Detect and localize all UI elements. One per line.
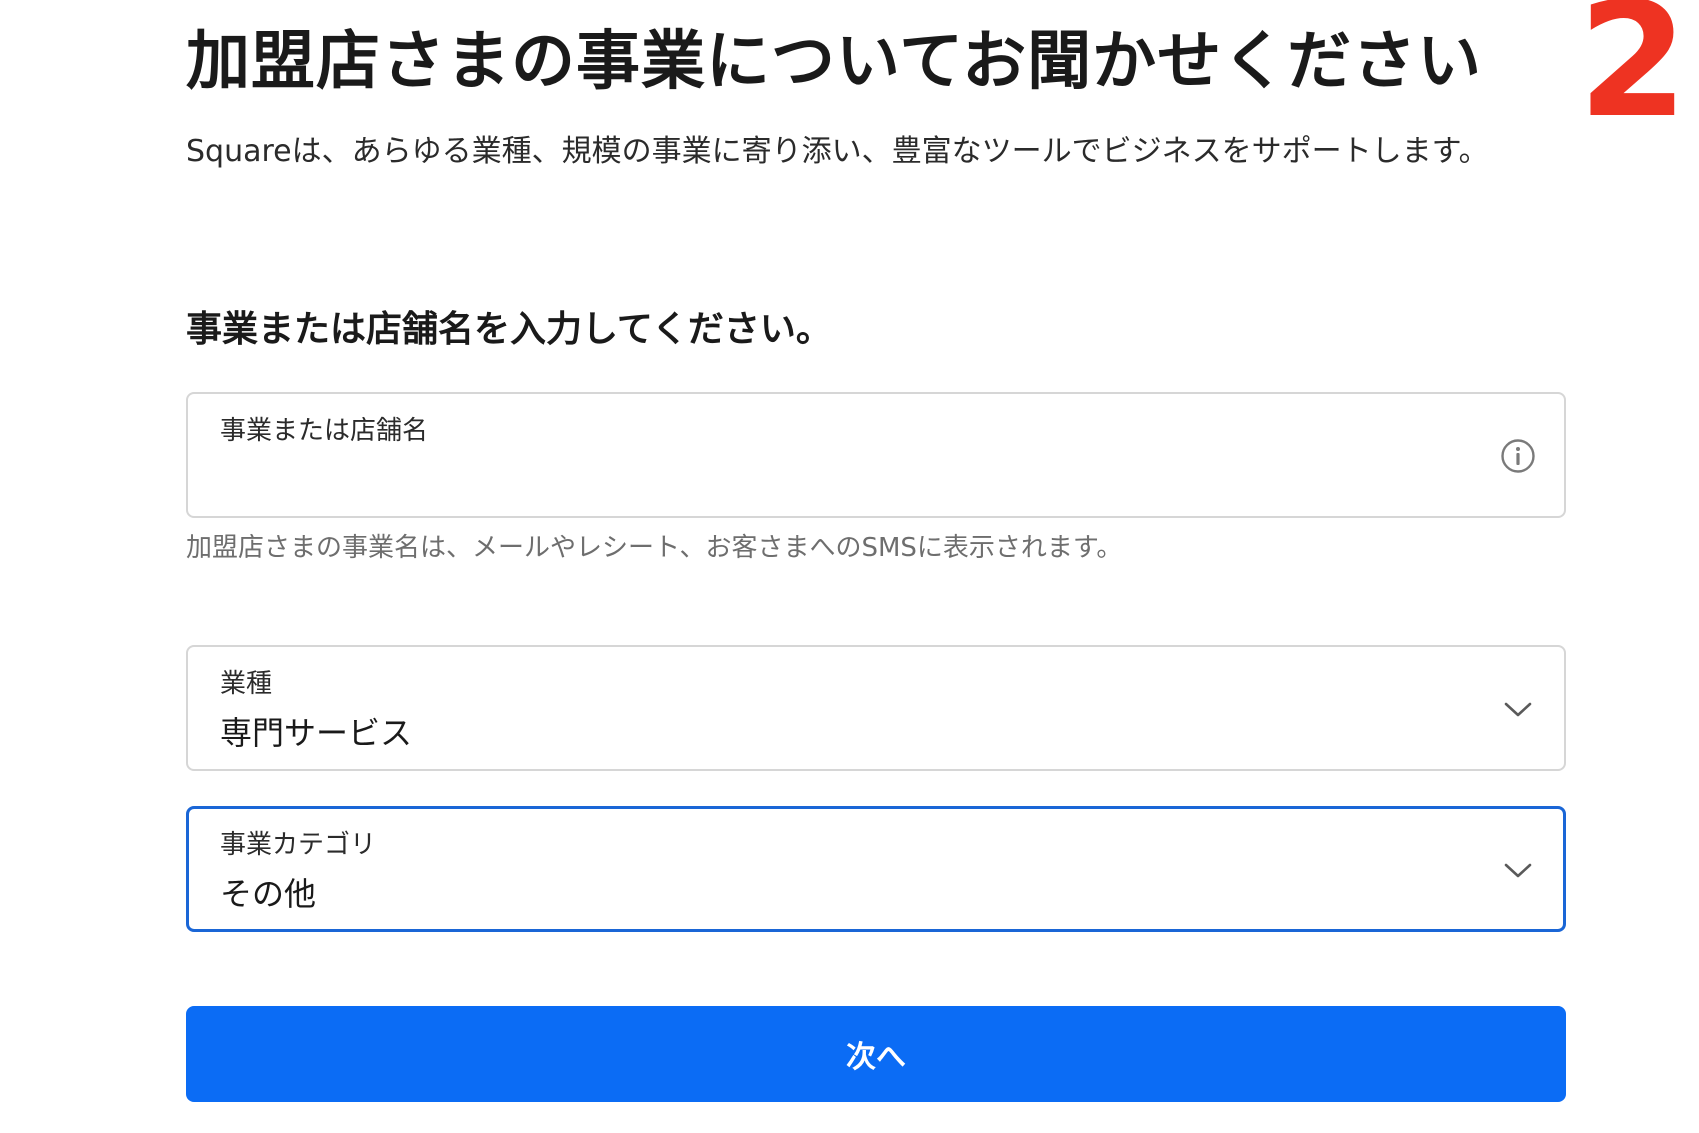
- page-title: 加盟店さまの事業についてお聞かせください: [186, 25, 1483, 99]
- industry-label: 業種: [220, 669, 273, 699]
- business-name-label: 事業または店舗名: [220, 416, 429, 446]
- info-icon[interactable]: [1500, 438, 1536, 474]
- step-number: 2: [1578, 0, 1688, 153]
- business-name-helper-text: 加盟店さまの事業名は、メールやレシート、お客さまへのSMSに表示されます。: [186, 533, 1123, 563]
- intro-text: Squareは、あらゆる業種、規模の事業に寄り添い、豊富なツールでビジネスをサポ…: [186, 134, 1489, 169]
- business-name-field[interactable]: 事業または店舗名: [186, 392, 1566, 518]
- chevron-down-icon: [1500, 691, 1536, 727]
- next-button[interactable]: 次へ: [186, 1006, 1566, 1102]
- chevron-down-icon: [1500, 852, 1536, 888]
- business-category-selected-value: その他: [220, 875, 317, 913]
- section-heading: 事業または店舗名を入力してください。: [186, 309, 832, 350]
- industry-select[interactable]: 業種 専門サービス: [186, 645, 1566, 771]
- industry-selected-value: 専門サービス: [220, 714, 413, 752]
- business-category-select[interactable]: 事業カテゴリ その他: [186, 806, 1566, 932]
- business-name-input[interactable]: [220, 456, 1440, 500]
- business-category-label: 事業カテゴリ: [220, 830, 377, 860]
